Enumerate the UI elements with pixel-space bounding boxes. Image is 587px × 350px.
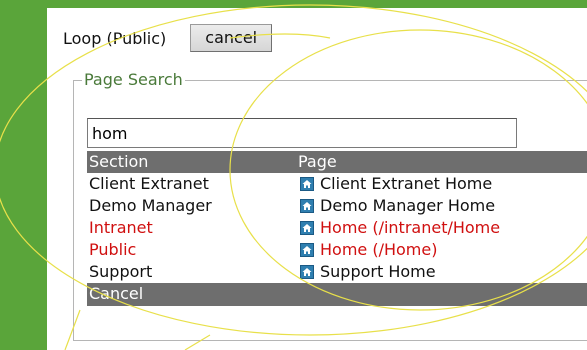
result-section: Demo Manager	[89, 196, 212, 215]
result-section: Intranet	[89, 218, 153, 237]
result-page-label: Home (/intranet/Home	[320, 218, 501, 237]
results-cancel-row[interactable]: Cancel	[87, 283, 587, 306]
result-section: Support	[89, 262, 153, 281]
result-section: Client Extranet	[89, 174, 209, 193]
page-column-header: Page	[298, 152, 337, 171]
result-row-intranet[interactable]: Intranet Home (/intranet/Home	[87, 217, 587, 239]
result-page[interactable]: Demo Manager Home	[298, 195, 587, 217]
result-page-label: Support Home	[320, 262, 436, 281]
result-page[interactable]: Home (/intranet/Home	[298, 217, 587, 239]
title-row: Loop (Public) cancel	[63, 22, 273, 54]
result-page[interactable]: Home (/Home)	[298, 239, 587, 261]
dialog-panel: Loop (Public) cancel Page Search Section…	[47, 8, 587, 350]
home-icon	[300, 177, 314, 191]
result-row-client-extranet[interactable]: Client Extranet Client Extranet Home	[87, 173, 587, 195]
result-page-label: Client Extranet Home	[320, 174, 493, 193]
home-icon	[300, 199, 314, 213]
result-page[interactable]: Client Extranet Home	[298, 173, 587, 195]
search-input[interactable]	[87, 118, 517, 148]
loop-title: Loop (Public)	[63, 28, 167, 48]
home-icon	[300, 243, 314, 257]
cancel-button[interactable]: cancel	[190, 24, 273, 52]
home-icon	[300, 265, 314, 279]
screenshot-stage: Loop (Public) cancel Page Search Section…	[0, 0, 587, 350]
page-search-fieldset: Page Search Section Page Client Extranet…	[73, 71, 587, 341]
result-section: Public	[89, 240, 137, 259]
page-search-legend: Page Search	[84, 70, 183, 89]
section-column-header: Section	[89, 152, 149, 171]
home-icon	[300, 221, 314, 235]
result-page-label: Home (/Home)	[320, 240, 438, 259]
result-row-public[interactable]: Public Home (/Home)	[87, 239, 587, 261]
results-header-row: Section Page	[87, 151, 587, 173]
result-row-demo-manager[interactable]: Demo Manager Demo Manager Home	[87, 195, 587, 217]
result-page[interactable]: Support Home	[298, 261, 587, 283]
result-page-label: Demo Manager Home	[320, 196, 496, 215]
results-cancel-label[interactable]: Cancel	[87, 283, 298, 306]
results-table: Section Page Client Extranet Client Extr…	[87, 151, 587, 306]
result-row-support[interactable]: Support Support Home	[87, 261, 587, 283]
